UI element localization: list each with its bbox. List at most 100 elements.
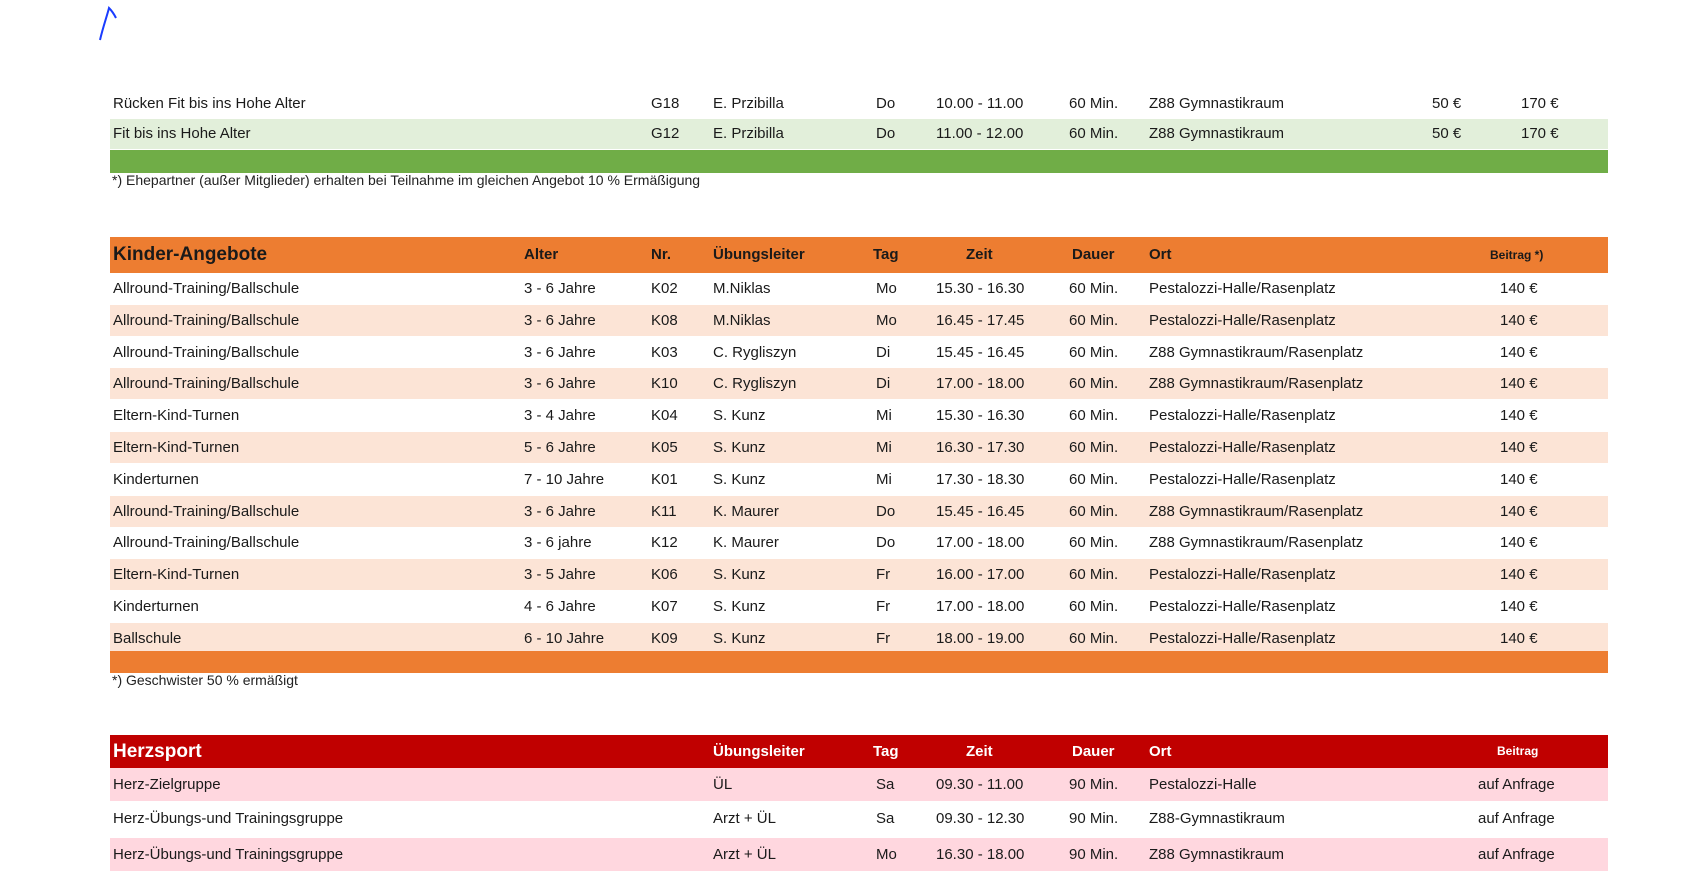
table-row: Allround-Training/Ballschule 3 - 6 Jahre K… (110, 273, 1608, 304)
course-age: 6 - 10 Jahre (524, 629, 605, 647)
course-duration: 60 Min. (1069, 95, 1119, 112)
course-time: 11.00 - 12.00 (936, 125, 1024, 142)
table-row: Eltern-Kind-Turnen 5 - 6 Jahre K05 S. Kunz M… (110, 432, 1608, 463)
course-name: Ballschule (113, 629, 182, 647)
section-divider-orange (110, 651, 1608, 673)
course-name: Allround-Training/Ballschule (113, 343, 300, 361)
table-row: Herz-Übungs-und Trainingsgruppe Arzt + ÜL… (110, 838, 1608, 871)
course-name: Herz-Zielgruppe (113, 776, 221, 793)
course-time: 17.00 - 18.00 (936, 375, 1025, 393)
course-place: Z88 Gymnastikraum/Rasenplatz (1149, 375, 1364, 393)
course-age: 3 - 6 Jahre (524, 280, 596, 297)
course-nr: K06 (651, 566, 678, 584)
col-day: Tag (873, 246, 899, 263)
senior-footnote: *) Ehepartner (außer Mitglieder) erhalte… (112, 172, 701, 188)
course-duration: 60 Min. (1069, 598, 1119, 615)
course-fee-members: 50 € (1432, 125, 1462, 142)
course-leader: M.Niklas (713, 280, 771, 297)
course-day: Mo (876, 846, 897, 863)
course-fee: 140 € (1500, 439, 1538, 456)
course-place: Pestalozzi-Halle/Rasenplatz (1149, 280, 1336, 297)
course-name: Herz-Übungs-und Trainingsgruppe (113, 846, 344, 863)
course-time: 17.30 - 18.30 (936, 470, 1025, 488)
course-nr: K04 (651, 407, 678, 425)
course-place: Pestalozzi-Halle/Rasenplatz (1149, 311, 1336, 329)
course-place: Z88 Gymnastikraum (1149, 95, 1285, 112)
course-place: Pestalozzi-Halle/Rasenplatz (1149, 566, 1336, 584)
course-place: Z88-Gymnastikraum (1149, 810, 1285, 827)
course-fee: 140 € (1500, 311, 1538, 329)
course-time: 15.30 - 16.30 (936, 407, 1025, 425)
course-time: 16.00 - 17.00 (936, 566, 1025, 584)
herz-table-header: Herzsport Übungsleiter Tag Zeit Dauer Or… (110, 735, 1608, 768)
table-row: Herz-Übungs-und Trainingsgruppe Arzt + ÜL… (110, 802, 1608, 835)
course-age: 3 - 6 Jahre (524, 502, 596, 520)
course-nr: K02 (651, 280, 678, 297)
course-time: 16.30 - 18.00 (936, 846, 1025, 863)
course-name: Kinderturnen (113, 598, 199, 615)
col-nr: Nr. (651, 246, 672, 263)
course-nr: K05 (651, 439, 678, 456)
course-age: 4 - 6 Jahre (524, 598, 596, 615)
table-row: Kinderturnen 4 - 6 Jahre K07 S. Kunz Fr 17.00… (110, 591, 1608, 622)
course-place: Z88 Gymnastikraum/Rasenplatz (1149, 534, 1364, 552)
col-time: Zeit (966, 246, 993, 263)
course-leader: Arzt + ÜL (713, 846, 776, 863)
course-day: Di (876, 375, 891, 393)
course-leader: Arzt + ÜL (713, 810, 776, 827)
course-day: Fr (876, 598, 891, 615)
course-name: Kinderturnen (113, 470, 199, 488)
course-day: Do (876, 502, 896, 520)
course-fee-guests: 170 € (1521, 125, 1559, 142)
course-fee-members: 50 € (1432, 95, 1462, 112)
course-place: Pestalozzi-Halle (1149, 776, 1257, 793)
course-place: Pestalozzi-Halle/Rasenplatz (1149, 629, 1336, 647)
course-age: 3 - 6 jahre (524, 534, 592, 552)
course-day: Do (876, 534, 896, 552)
course-time: 10.00 - 11.00 (936, 95, 1024, 112)
course-nr: G18 (651, 95, 680, 112)
course-nr: K11 (651, 502, 677, 520)
col-leader: Übungsleiter (713, 743, 805, 760)
kids-table-header: Kinder-Angebote Alter Nr. Übungsleiter T… (110, 237, 1608, 273)
course-nr: K10 (651, 375, 678, 393)
course-time: 16.30 - 17.30 (936, 439, 1025, 456)
course-nr: K01 (651, 470, 678, 488)
course-name: Herz-Übungs-und Trainingsgruppe (113, 810, 344, 827)
course-age: 3 - 6 Jahre (524, 311, 596, 329)
course-leader: E. Przibilla (713, 125, 784, 142)
course-leader: ÜL (713, 776, 733, 793)
course-fee: 140 € (1500, 629, 1538, 647)
course-day: Sa (876, 776, 895, 793)
course-nr: K09 (651, 629, 678, 647)
course-time: 15.45 - 16.45 (936, 343, 1025, 361)
col-time: Zeit (966, 743, 993, 760)
course-place: Z88 Gymnastikraum (1149, 846, 1285, 863)
course-duration: 60 Min. (1069, 439, 1119, 456)
table-row: Allround-Training/Ballschule 3 - 6 jahre K… (110, 527, 1608, 558)
course-leader: K. Maurer (713, 502, 779, 520)
course-fee: 140 € (1500, 598, 1538, 615)
table-row: Eltern-Kind-Turnen 3 - 4 Jahre K04 S. Kunz M… (110, 400, 1608, 431)
table-row: Kinderturnen 7 - 10 Jahre K01 S. Kunz Mi 17.3… (110, 464, 1608, 495)
course-day: Mi (876, 407, 892, 425)
course-duration: 60 Min. (1069, 375, 1119, 393)
course-day: Mo (876, 280, 897, 297)
course-name: Allround-Training/Ballschule (113, 534, 300, 552)
course-time: 16.45 - 17.45 (936, 311, 1025, 329)
course-leader: E. Przibilla (713, 95, 784, 112)
course-day: Fr (876, 629, 891, 647)
course-fee: 140 € (1500, 502, 1538, 520)
course-nr: G12 (651, 125, 680, 142)
course-day: Mi (876, 470, 892, 488)
course-fee: 140 € (1500, 534, 1538, 552)
table-row: Allround-Training/Ballschule 3 - 6 Jahre K… (110, 368, 1608, 400)
course-age: 5 - 6 Jahre (524, 439, 596, 456)
course-name: Eltern-Kind-Turnen (113, 439, 240, 456)
course-time: 17.00 - 18.00 (936, 534, 1025, 552)
course-age: 3 - 6 Jahre (524, 375, 596, 393)
course-leader: S. Kunz (713, 629, 766, 647)
table-row: Eltern-Kind-Turnen 3 - 5 Jahre K06 S. Kunz F… (110, 559, 1608, 591)
course-age: 3 - 6 Jahre (524, 343, 596, 361)
section-title: Herzsport (113, 741, 202, 762)
